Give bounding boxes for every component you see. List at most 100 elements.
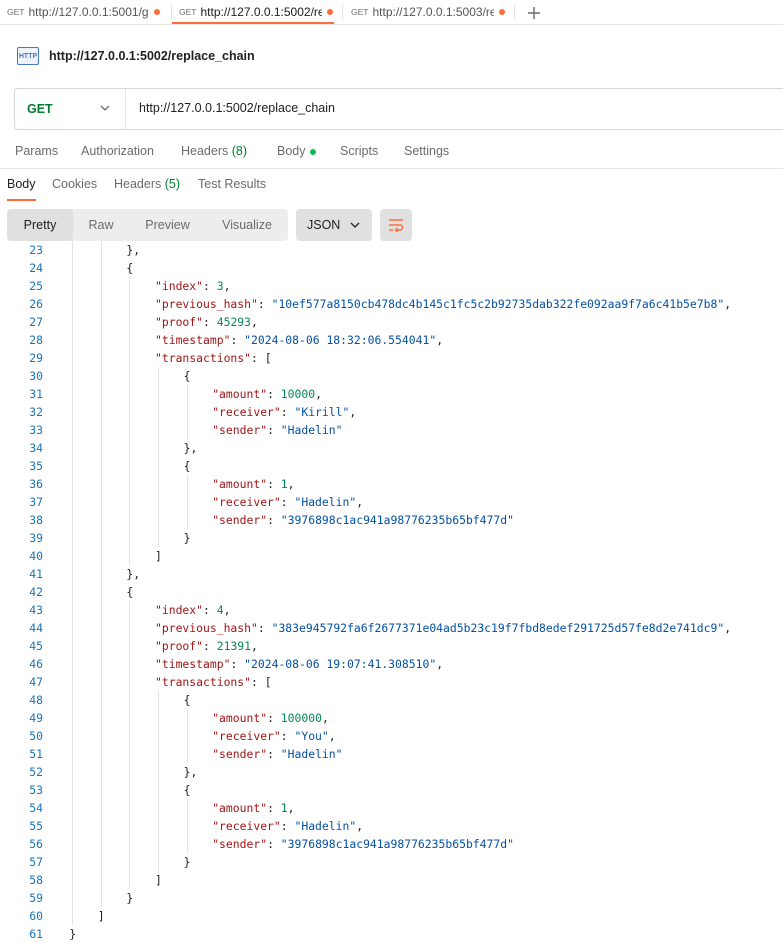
response-tab-body[interactable]: Body	[7, 177, 36, 191]
tab-scripts[interactable]: Scripts	[340, 144, 378, 158]
indent-guide	[100, 745, 102, 763]
indent-guide	[100, 421, 102, 439]
indent-guide	[129, 745, 131, 763]
response-tab-cookies[interactable]: Cookies	[52, 177, 97, 191]
line-number: 33	[29, 423, 43, 437]
view-visualize-button[interactable]: Visualize	[206, 209, 288, 241]
code-token: ,	[287, 477, 295, 491]
indent-guide	[129, 313, 131, 331]
url-bar-divider	[125, 89, 126, 129]
indent-guide	[158, 529, 159, 547]
indent-guide	[158, 367, 159, 385]
code-token: :	[203, 315, 217, 329]
code-text: "index": 4,	[155, 601, 230, 619]
indent-guide	[129, 655, 131, 673]
tab-authorization[interactable]: Authorization	[81, 144, 154, 158]
indent-guide	[72, 547, 74, 565]
indent-guide	[129, 727, 131, 745]
headers-count: (8)	[231, 144, 248, 158]
tab-body[interactable]: Body	[277, 144, 316, 158]
code-line: 24 {	[0, 259, 783, 277]
code-line: 23},	[0, 241, 783, 259]
indent-guide	[158, 853, 159, 871]
request-tab-5001[interactable]: GET http://127.0.0.1:5001/ge	[7, 0, 165, 24]
code-token: :	[280, 729, 295, 743]
indent-guide	[158, 457, 159, 475]
code-token: "3976898c1ac941a98776235b65bf477d"	[280, 513, 514, 527]
tab-headers[interactable]: Headers (8)	[181, 144, 247, 158]
request-tab-5002[interactable]: GET http://127.0.0.1:5002/re	[172, 0, 334, 24]
indent-guide	[129, 529, 131, 547]
new-tab-plus-icon[interactable]	[527, 0, 541, 24]
response-tab-headers[interactable]: Headers (5)	[114, 177, 180, 191]
code-token: ,	[356, 495, 364, 509]
code-line: 47 "transactions": [	[0, 673, 783, 691]
request-title[interactable]: http://127.0.0.1:5002/replace_chain	[49, 49, 255, 63]
line-number: 30	[29, 369, 43, 383]
indent-guide	[129, 331, 131, 349]
code-line: 28 "timestamp": "2024-08-06 18:32:06.5540…	[0, 331, 783, 349]
indent-guide	[72, 259, 74, 277]
line-number: 28	[29, 333, 43, 347]
indent-guide	[129, 385, 131, 403]
line-number: 41	[29, 567, 43, 581]
code-text: }	[184, 853, 191, 871]
code-token: "timestamp"	[155, 333, 231, 347]
view-raw-button[interactable]: Raw	[73, 209, 129, 241]
indent-guide	[100, 295, 102, 313]
view-pretty-button[interactable]: Pretty	[7, 209, 73, 241]
indent-guide	[72, 385, 74, 403]
line-number: 34	[29, 441, 43, 455]
code-text: "receiver": "Hadelin",	[212, 493, 363, 511]
response-tab-test-results[interactable]: Test Results	[198, 177, 266, 191]
tab-settings[interactable]: Settings	[404, 144, 449, 158]
response-body-code[interactable]: 23}, 24 {25 "index": 3, 26 "previous_hash": "…	[0, 241, 783, 943]
indent-guide	[72, 655, 74, 673]
code-text: },	[184, 763, 198, 781]
indent-guide	[72, 529, 74, 547]
code-token: :	[280, 405, 295, 419]
code-text: "receiver": "Hadelin",	[212, 817, 363, 835]
line-number: 44	[29, 621, 43, 635]
code-line: 58]	[0, 871, 783, 889]
view-preview-button[interactable]: Preview	[129, 209, 206, 241]
code-line: 41},	[0, 565, 783, 583]
code-token: : [	[251, 351, 272, 365]
code-token: 1	[280, 801, 288, 815]
wrap-lines-button[interactable]	[380, 209, 412, 241]
tab-method: GET	[7, 7, 25, 17]
indent-guide	[100, 637, 102, 655]
code-token: :	[267, 387, 281, 401]
line-number: 47	[29, 675, 43, 689]
indent-guide	[100, 799, 102, 817]
tab-params[interactable]: Params	[15, 144, 58, 158]
format-select[interactable]: JSON	[296, 209, 372, 241]
code-token: :	[267, 747, 281, 761]
code-text: "sender": "3976898c1ac941a98776235b65bf4…	[212, 511, 514, 529]
code-token: ,	[436, 333, 444, 347]
indent-guide	[158, 475, 159, 493]
code-text: {	[184, 367, 191, 385]
code-text: "sender": "Hadelin"	[212, 421, 342, 439]
code-token: }	[183, 855, 191, 869]
code-text: }	[126, 889, 133, 907]
indent-guide	[100, 817, 102, 835]
request-tab-5003[interactable]: GET http://127.0.0.1:5003/re	[351, 0, 511, 24]
code-line: 33 "sender": "Hadelin"	[0, 421, 783, 439]
code-token: "You"	[294, 729, 329, 743]
tab-method: GET	[351, 7, 369, 17]
tab-divider	[514, 5, 515, 19]
code-line: 44 "previous_hash": "383e945792fa6f267737…	[0, 619, 783, 637]
url-input[interactable]: http://127.0.0.1:5002/replace_chain	[139, 101, 335, 115]
code-token: "sender"	[212, 423, 268, 437]
code-line: 45 "proof": 21391,	[0, 637, 783, 655]
indent-guide	[158, 781, 159, 799]
code-token: "previous_hash"	[155, 621, 258, 635]
indent-guide	[72, 817, 74, 835]
code-text: "timestamp": "2024-08-06 19:07:41.308510…	[155, 655, 443, 673]
wrap-lines-icon	[389, 219, 404, 232]
indent-guide	[72, 799, 74, 817]
indent-guide	[100, 547, 102, 565]
indent-guide	[186, 475, 188, 493]
method-select[interactable]: GET	[15, 89, 125, 129]
